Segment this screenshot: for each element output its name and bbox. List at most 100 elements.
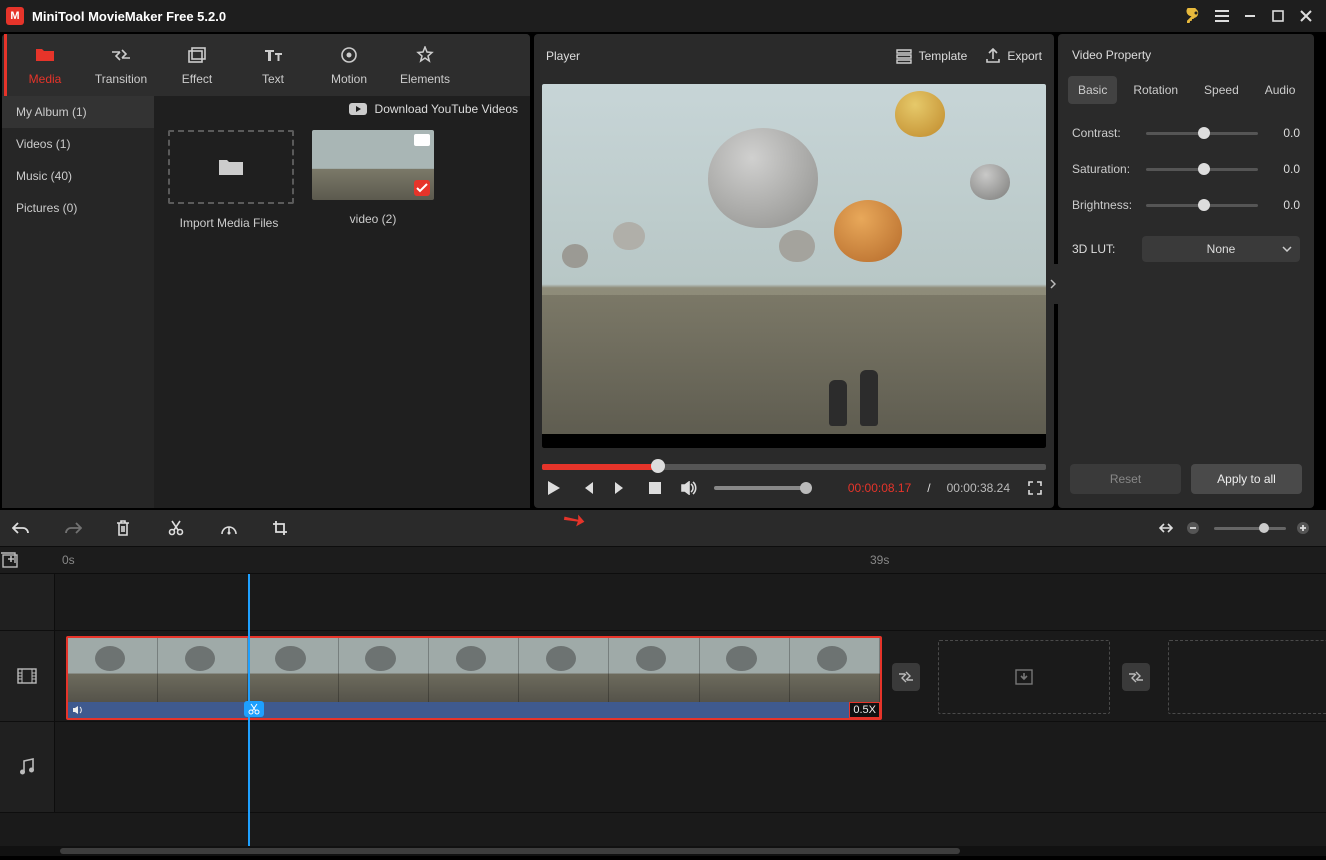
media-sidebar: My Album (1) Videos (1) Music (40) Pictu…: [2, 96, 154, 508]
timeline-panel: 0s 39s 0.5X: [0, 510, 1326, 856]
sidebar-item-music[interactable]: Music (40): [2, 160, 154, 192]
maximize-icon[interactable]: [1264, 2, 1292, 30]
fullscreen-button[interactable]: [1026, 481, 1044, 495]
transition-icon: [83, 44, 159, 66]
tab-label: Speed: [1204, 83, 1239, 97]
media-label: Import Media Files: [180, 216, 279, 230]
media-content: Download YouTube Videos Import Media Fil…: [154, 96, 530, 508]
lut-select[interactable]: None: [1142, 236, 1300, 262]
tab-rotation[interactable]: Rotation: [1123, 76, 1188, 104]
key-icon[interactable]: [1180, 2, 1208, 30]
total-time: 00:00:38.24: [947, 481, 1010, 495]
zoom-slider[interactable]: [1214, 527, 1286, 530]
ribbon-label: Media: [29, 72, 62, 86]
tab-audio[interactable]: Audio: [1255, 76, 1306, 104]
app-title: MiniTool MovieMaker Free 5.2.0: [32, 9, 226, 24]
add-track-button[interactable]: [0, 552, 50, 568]
ribbon-effect[interactable]: Effect: [159, 34, 235, 96]
media-thumb: [312, 130, 434, 200]
delete-button[interactable]: [116, 520, 134, 536]
saturation-slider[interactable]: [1146, 168, 1258, 171]
ribbon-media[interactable]: Media: [4, 34, 83, 96]
elements-icon: [387, 44, 463, 66]
tab-basic[interactable]: Basic: [1068, 76, 1117, 104]
video-clip[interactable]: 0.5X: [66, 636, 882, 720]
timeline-ruler[interactable]: 0s 39s: [0, 546, 1326, 574]
timeline-scrollbar[interactable]: [0, 846, 1326, 856]
text-icon: [235, 44, 311, 66]
ribbon-label: Transition: [95, 72, 147, 86]
sidebar-label: Pictures (0): [16, 201, 77, 215]
template-button[interactable]: Template: [895, 48, 968, 64]
app-logo-icon: M: [6, 7, 24, 25]
prev-frame-button[interactable]: [578, 481, 596, 495]
tab-label: Audio: [1265, 83, 1296, 97]
player-panel: Player Template Export: [534, 34, 1054, 508]
import-media-card[interactable]: Import Media Files: [168, 130, 290, 230]
download-youtube[interactable]: Download YouTube Videos: [154, 96, 530, 122]
audio-track[interactable]: [0, 722, 1326, 813]
stop-button[interactable]: [646, 482, 664, 494]
menu-icon[interactable]: [1208, 2, 1236, 30]
ribbon: Media Transition Effect Text Motion Elem…: [2, 34, 530, 96]
panel-collapse-button[interactable]: [1048, 264, 1058, 304]
ribbon-transition[interactable]: Transition: [83, 34, 159, 96]
media-label: video (2): [350, 212, 397, 226]
import-thumb: [168, 130, 294, 204]
fit-timeline-button[interactable]: [1158, 521, 1176, 535]
ribbon-motion[interactable]: Motion: [311, 34, 387, 96]
tab-label: Rotation: [1133, 83, 1178, 97]
ribbon-label: Elements: [400, 72, 450, 86]
template-icon: [895, 48, 913, 64]
titlebar: M MiniTool MovieMaker Free 5.2.0: [0, 0, 1326, 32]
audio-track-head: [0, 722, 55, 812]
video-badge-icon: [414, 134, 430, 146]
property-title: Video Property: [1058, 34, 1314, 76]
ribbon-text[interactable]: Text: [235, 34, 311, 96]
transition-slot-button-2[interactable]: [1122, 663, 1150, 691]
chevron-down-icon: [1282, 246, 1292, 252]
zoom-out-button[interactable]: [1186, 521, 1204, 535]
split-marker-icon[interactable]: [244, 701, 264, 717]
close-icon[interactable]: [1292, 2, 1320, 30]
media-clip-card[interactable]: video (2): [312, 130, 434, 230]
sidebar-item-videos[interactable]: Videos (1): [2, 128, 154, 160]
music-icon: [19, 758, 35, 776]
next-frame-button[interactable]: [612, 481, 630, 495]
contrast-slider[interactable]: [1146, 132, 1258, 135]
sidebar-label: Videos (1): [16, 137, 70, 151]
overlay-track[interactable]: [0, 574, 1326, 631]
brightness-slider[interactable]: [1146, 204, 1258, 207]
empty-clip-slot[interactable]: [938, 640, 1110, 714]
sidebar-item-pictures[interactable]: Pictures (0): [2, 192, 154, 224]
crop-button[interactable]: [272, 520, 290, 536]
apply-all-button[interactable]: Apply to all: [1191, 464, 1302, 494]
redo-button[interactable]: [64, 521, 82, 535]
scrollbar-thumb[interactable]: [60, 848, 960, 854]
property-panel: Video Property Basic Rotation Speed Audi…: [1058, 34, 1314, 508]
split-button[interactable]: [168, 520, 186, 536]
reset-button[interactable]: Reset: [1070, 464, 1181, 494]
minimize-icon[interactable]: [1236, 2, 1264, 30]
video-preview[interactable]: [542, 84, 1046, 448]
export-button[interactable]: Export: [985, 48, 1042, 64]
template-label: Template: [919, 49, 968, 63]
video-track[interactable]: 0.5X: [0, 631, 1326, 722]
undo-button[interactable]: [12, 521, 30, 535]
sidebar-item-album[interactable]: My Album (1): [2, 96, 154, 128]
timeline-body[interactable]: 0.5X: [0, 574, 1326, 846]
tab-speed[interactable]: Speed: [1194, 76, 1249, 104]
export-label: Export: [1007, 49, 1042, 63]
check-badge-icon: [414, 180, 430, 196]
transition-slot-button[interactable]: [892, 663, 920, 691]
speed-button[interactable]: [220, 520, 238, 536]
volume-slider[interactable]: [714, 486, 810, 490]
zoom-in-button[interactable]: [1296, 521, 1314, 535]
volume-button[interactable]: [680, 481, 698, 495]
play-button[interactable]: ➘: [544, 480, 562, 496]
ribbon-label: Effect: [182, 72, 212, 86]
empty-clip-slot-2[interactable]: [1168, 640, 1326, 714]
lut-value: None: [1207, 242, 1236, 256]
saturation-value: 0.0: [1266, 162, 1300, 176]
ribbon-elements[interactable]: Elements: [387, 34, 463, 96]
